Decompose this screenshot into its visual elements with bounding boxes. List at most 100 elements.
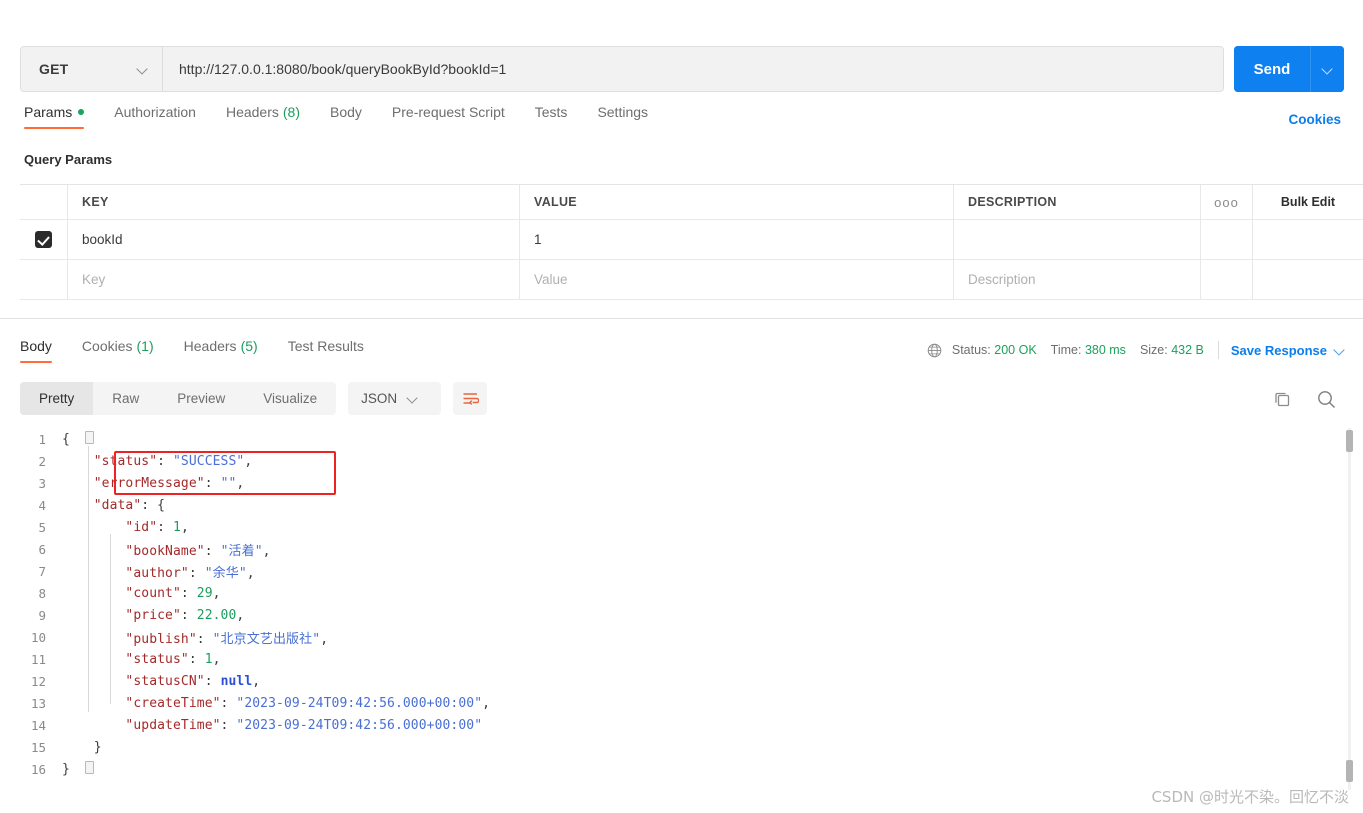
token-k: "errorMessage" [93, 475, 205, 491]
fold-toggle-root-open[interactable] [85, 431, 94, 444]
token-p [62, 520, 125, 535]
copy-icon [1274, 392, 1289, 406]
response-meta: Status: 200 OK Time: 380 ms Size: 432 B … [927, 341, 1345, 359]
query-params-table: KEY VALUE DESCRIPTION ooo Bulk Edit book… [20, 184, 1363, 300]
token-p: , [244, 453, 253, 469]
response-format-label: JSON [361, 391, 398, 406]
save-response-button[interactable]: Save Response [1231, 343, 1345, 358]
request-tab-count: (8) [282, 104, 300, 120]
empty-description-cell[interactable]: Description [954, 260, 1201, 299]
token-p: : [157, 453, 173, 469]
token-nul: null [220, 673, 253, 689]
row-spacer-bulk [1253, 220, 1363, 259]
header-value-cell: VALUE [520, 185, 954, 219]
send-group: Send [1234, 46, 1344, 92]
code-line: 6 "bookName": "活着", [0, 538, 1363, 560]
empty-key-cell[interactable]: Key [68, 260, 520, 299]
response-tab-body[interactable]: Body [20, 338, 52, 363]
view-mode-raw[interactable]: Raw [93, 382, 158, 415]
wrap-lines-button[interactable] [453, 382, 488, 415]
body-scrollbar-marker[interactable] [1346, 760, 1353, 782]
view-mode-preview[interactable]: Preview [158, 382, 244, 415]
size-value: 432 B [1171, 343, 1204, 357]
line-content: "createTime": "2023-09-24T09:42:56.000+0… [62, 696, 490, 711]
line-number: 13 [30, 695, 46, 711]
bulk-edit-button[interactable]: Bulk Edit [1253, 185, 1363, 219]
response-format-select[interactable]: JSON [348, 382, 442, 415]
request-tab-pre-request-script[interactable]: Pre-request Script [392, 104, 505, 129]
line-number: 7 [38, 563, 46, 579]
response-body-viewer[interactable]: 1{2 "status": "SUCCESS", 3 "errorMessage"… [0, 428, 1363, 796]
http-method-label: GET [39, 61, 69, 77]
response-tabs: Body Cookies (1) Headers (5) Test Results [20, 338, 394, 363]
response-tab-headers[interactable]: Headers (5) [184, 338, 258, 363]
line-content: "id": 1, [62, 520, 189, 535]
row-checkbox-cell [20, 220, 68, 259]
line-number: 12 [30, 673, 46, 689]
line-content: "author": "余华", [62, 562, 255, 581]
token-p: , [482, 695, 491, 711]
token-k: "count" [125, 585, 181, 601]
response-tab-cookies[interactable]: Cookies (1) [82, 338, 154, 363]
row-enabled-checkbox[interactable] [35, 231, 52, 248]
token-p: : [220, 717, 237, 733]
line-number: 1 [38, 431, 46, 447]
code-line: 5 "id": 1, [0, 516, 1363, 538]
table-options-button[interactable]: ooo [1201, 185, 1253, 219]
table-row: bookId 1 [20, 220, 1363, 260]
line-number: 8 [38, 585, 46, 601]
line-content: "status": 1, [62, 652, 221, 667]
header-description-cell: DESCRIPTION [954, 185, 1201, 219]
url-input[interactable]: http://127.0.0.1:8080/book/queryBookById… [163, 47, 1223, 91]
request-tab-tests[interactable]: Tests [535, 104, 568, 129]
request-tabs: Params Authorization Headers (8) Body Pre-req… [0, 104, 1363, 140]
line-number: 11 [30, 651, 46, 667]
fold-toggle-root-close[interactable] [85, 761, 94, 774]
code-line: 2 "status": "SUCCESS", [0, 450, 1363, 472]
cookies-link[interactable]: Cookies [1288, 112, 1341, 127]
request-tab-settings[interactable]: Settings [597, 104, 648, 129]
line-content: "errorMessage": "", [62, 475, 245, 491]
token-p [62, 544, 125, 559]
request-tab-params[interactable]: Params [24, 104, 85, 129]
request-tab-authorization[interactable]: Authorization [114, 104, 196, 129]
token-p: } [62, 761, 70, 777]
view-mode-visualize[interactable]: Visualize [244, 382, 336, 415]
send-options-button[interactable] [1310, 46, 1344, 92]
token-k: "status" [93, 453, 158, 469]
token-p [62, 608, 125, 623]
response-view-toolbar: Pretty Raw Preview Visualize JSON [20, 382, 488, 415]
status-meta: Status: 200 OK [952, 343, 1037, 357]
response-tab-test-results[interactable]: Test Results [288, 338, 364, 363]
chevron-down-icon [137, 64, 148, 75]
response-tab-label: Test Results [287, 338, 364, 354]
token-p: , [236, 475, 245, 491]
token-p: , [236, 607, 245, 623]
request-tab-body[interactable]: Body [330, 104, 362, 129]
row-value-cell[interactable]: 1 [520, 220, 954, 259]
empty-value-cell[interactable]: Value [520, 260, 954, 299]
response-divider [0, 318, 1363, 319]
line-number: 6 [38, 541, 46, 557]
header-description-label: DESCRIPTION [968, 195, 1057, 209]
code-line: 8 "count": 29, [0, 582, 1363, 604]
token-k: "statusCN" [125, 673, 205, 689]
token-p: , [262, 543, 271, 559]
line-number: 16 [30, 761, 46, 777]
request-url-bar: GET http://127.0.0.1:8080/book/queryBook… [0, 40, 1363, 98]
response-tab-label: Cookies [81, 338, 133, 354]
header-checkbox-cell [20, 185, 68, 219]
http-method-select[interactable]: GET [21, 47, 163, 91]
body-scrollbar-thumb[interactable] [1346, 430, 1353, 452]
row-description-cell[interactable] [954, 220, 1201, 259]
request-tab-label: Tests [534, 104, 568, 120]
row-key-value: bookId [82, 232, 123, 247]
send-button[interactable]: Send [1234, 46, 1310, 92]
code-line: 16} [0, 758, 1363, 780]
row-key-cell[interactable]: bookId [68, 220, 520, 259]
view-mode-pretty[interactable]: Pretty [20, 382, 94, 415]
search-button[interactable] [1311, 384, 1341, 414]
copy-button[interactable] [1267, 384, 1297, 414]
request-tab-headers[interactable]: Headers (8) [226, 104, 300, 129]
empty-checkbox-cell [20, 260, 68, 299]
